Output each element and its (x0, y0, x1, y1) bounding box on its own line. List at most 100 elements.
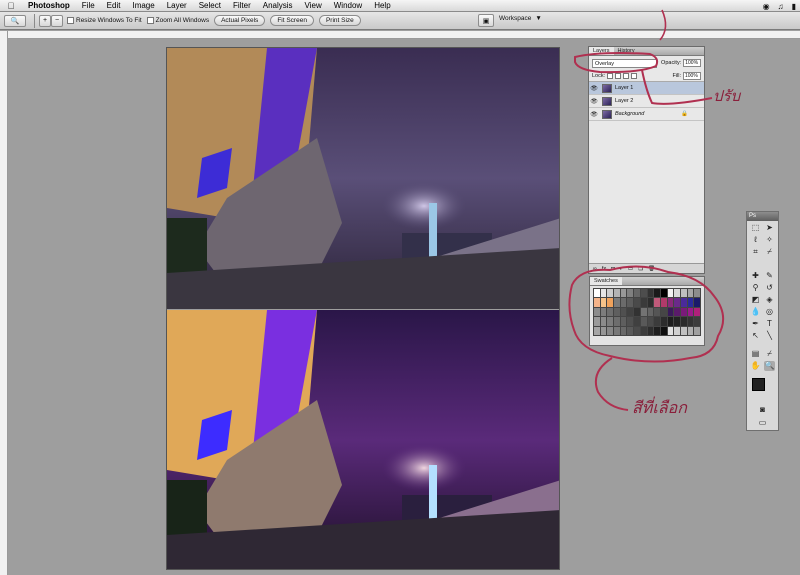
volume-icon[interactable]: ♫ (778, 2, 784, 11)
color-swatch[interactable] (680, 289, 687, 298)
actual-pixels-button[interactable]: Actual Pixels (214, 15, 266, 26)
swatch-grid[interactable] (593, 288, 701, 336)
color-swatch[interactable] (600, 289, 607, 298)
color-swatch[interactable] (674, 317, 680, 326)
color-swatch[interactable] (687, 307, 694, 317)
color-swatch[interactable] (647, 289, 654, 298)
color-swatch[interactable] (607, 298, 614, 307)
eye-icon[interactable]: 👁 (589, 111, 599, 118)
color-swatch[interactable] (647, 307, 654, 317)
notes-tool-icon[interactable]: ▤ (750, 349, 761, 359)
pen-tool-icon[interactable]: ✒ (750, 319, 761, 329)
layer-mask-icon[interactable]: ◘ (611, 266, 614, 272)
color-swatch[interactable] (694, 307, 700, 317)
color-swatch[interactable] (654, 289, 660, 298)
color-swatch[interactable] (694, 317, 700, 326)
color-swatch[interactable] (620, 307, 627, 317)
color-swatch[interactable] (614, 317, 620, 326)
menu-view[interactable]: View (299, 1, 328, 10)
color-swatch[interactable] (680, 298, 687, 307)
fill-field[interactable]: 100% (683, 71, 701, 80)
menu-app[interactable]: Photoshop (22, 1, 76, 10)
lock-position-icon[interactable] (623, 72, 630, 79)
color-swatch[interactable] (654, 298, 660, 307)
color-swatch[interactable] (634, 289, 640, 298)
color-swatch[interactable] (627, 326, 634, 335)
color-swatch[interactable] (594, 298, 600, 307)
color-swatch[interactable] (607, 289, 614, 298)
zoom-out-button[interactable]: − (51, 14, 63, 27)
color-swatch[interactable] (600, 317, 607, 326)
fit-screen-button[interactable]: Fit Screen (270, 15, 314, 26)
color-swatch[interactable] (667, 307, 674, 317)
dodge-tool-icon[interactable]: ◎ (764, 307, 775, 317)
color-swatch[interactable] (654, 317, 660, 326)
menu-filter[interactable]: Filter (227, 1, 257, 10)
document-canvas[interactable] (166, 47, 560, 570)
color-swatch[interactable] (680, 317, 687, 326)
menu-analysis[interactable]: Analysis (257, 1, 299, 10)
layer-style-icon[interactable]: fx (602, 266, 606, 272)
color-swatch[interactable] (654, 307, 660, 317)
marquee-tool-icon[interactable]: ⬚ (750, 223, 761, 233)
adjustment-layer-icon[interactable]: ◐ (620, 266, 623, 272)
color-swatch[interactable] (627, 298, 634, 307)
color-swatch[interactable] (660, 317, 667, 326)
color-swatch[interactable] (647, 326, 654, 335)
color-swatch[interactable] (660, 298, 667, 307)
color-swatch[interactable] (614, 289, 620, 298)
color-swatch[interactable] (614, 326, 620, 335)
tab-history[interactable]: History (614, 47, 639, 55)
move-tool-icon[interactable]: ➤ (764, 223, 775, 233)
crop-tool-icon[interactable]: ⌗ (750, 247, 761, 257)
menu-select[interactable]: Select (193, 1, 227, 10)
wifi-icon[interactable]: ◉ (763, 2, 770, 11)
color-swatch[interactable] (620, 289, 627, 298)
color-swatch[interactable] (594, 289, 600, 298)
resize-windows-checkbox[interactable]: Resize Windows To Fit (67, 17, 142, 24)
color-swatch[interactable] (660, 307, 667, 317)
color-swatch[interactable] (647, 298, 654, 307)
blur-tool-icon[interactable]: 💧 (750, 307, 761, 317)
menu-help[interactable]: Help (368, 1, 396, 10)
color-swatch[interactable] (640, 289, 647, 298)
trash-icon[interactable]: 🗑 (648, 266, 655, 272)
link-layers-icon[interactable]: ∞ (593, 266, 597, 272)
apple-icon[interactable]:  (0, 1, 22, 11)
magic-wand-tool-icon[interactable]: ✧ (764, 235, 775, 245)
color-swatch[interactable] (614, 307, 620, 317)
zoom-tool-preset-button[interactable]: 🔍 (4, 14, 26, 27)
menu-window[interactable]: Window (328, 1, 368, 10)
quick-mask-icon[interactable]: ◙ (757, 405, 768, 415)
color-swatch[interactable] (620, 317, 627, 326)
color-swatch[interactable] (680, 307, 687, 317)
color-swatch[interactable] (620, 326, 627, 335)
blend-mode-select[interactable]: Overlay (592, 58, 658, 68)
opacity-field[interactable]: 100% (683, 59, 701, 67)
color-swatch[interactable] (607, 307, 614, 317)
color-swatch[interactable] (674, 326, 680, 335)
color-swatch[interactable] (660, 289, 667, 298)
color-swatch[interactable] (647, 317, 654, 326)
color-swatch[interactable] (640, 298, 647, 307)
color-swatch[interactable] (674, 289, 680, 298)
color-swatch[interactable] (620, 298, 627, 307)
print-size-button[interactable]: Print Size (318, 15, 361, 26)
brush-tool-icon[interactable]: ✎ (764, 271, 775, 281)
color-swatch[interactable] (627, 307, 634, 317)
eye-icon[interactable]: 👁 (589, 98, 599, 105)
color-swatch[interactable] (600, 307, 607, 317)
color-swatch[interactable] (687, 326, 694, 335)
line-tool-icon[interactable]: ╲ (764, 331, 775, 341)
color-swatch[interactable] (634, 307, 640, 317)
color-swatch[interactable] (687, 298, 694, 307)
color-swatch[interactable] (687, 317, 694, 326)
color-swatch[interactable] (694, 289, 700, 298)
color-swatch[interactable] (600, 326, 607, 335)
color-swatch[interactable] (667, 289, 674, 298)
color-swatch[interactable] (640, 307, 647, 317)
battery-icon[interactable]: ▮ (792, 2, 796, 11)
color-swatch[interactable] (674, 307, 680, 317)
color-swatch[interactable] (607, 317, 614, 326)
tab-swatches[interactable]: Swatches (590, 277, 622, 285)
